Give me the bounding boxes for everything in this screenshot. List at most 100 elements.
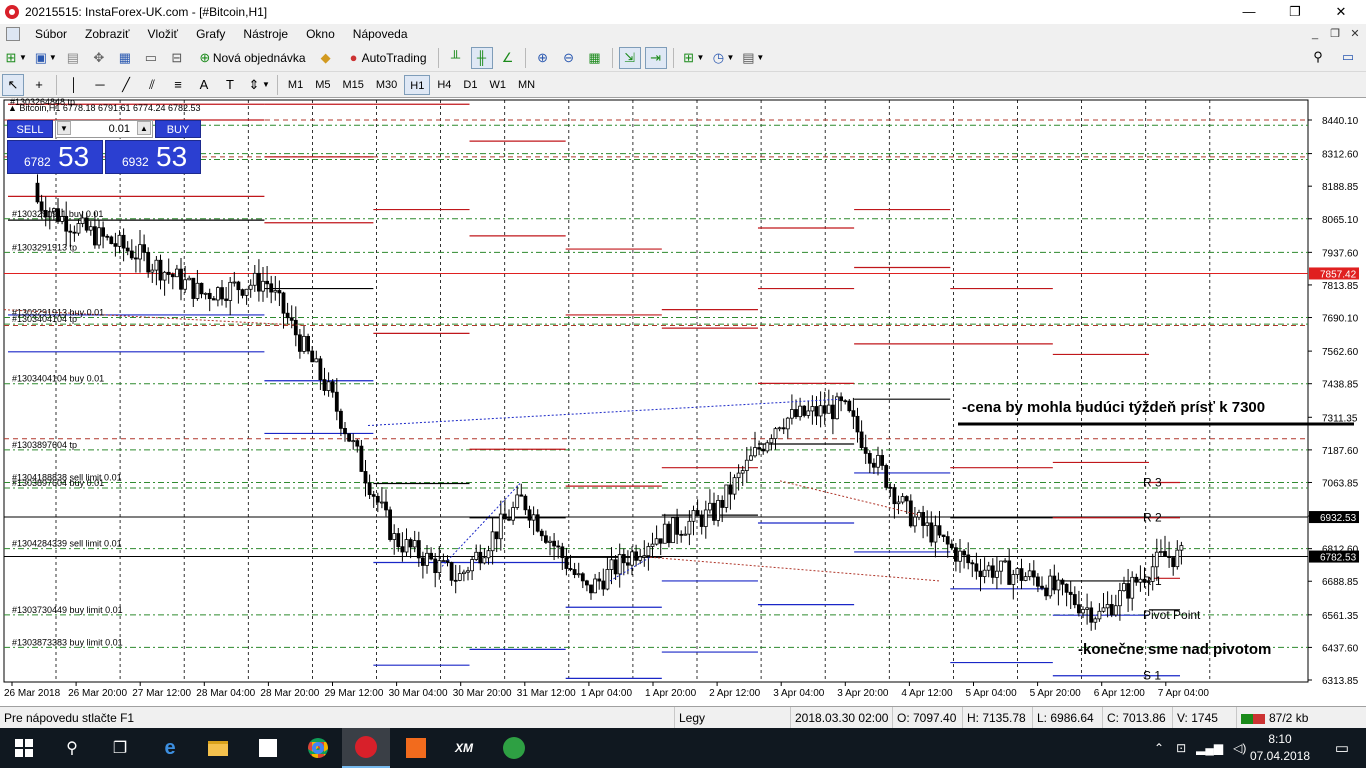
periods-button[interactable]: ◷ ▼ (709, 47, 735, 69)
candle-body (544, 535, 548, 543)
candle-body (248, 284, 253, 290)
crosshair-button[interactable]: + (28, 74, 50, 96)
order-label: #1303730449 buy limit 0.01 (12, 605, 123, 615)
task-view-button[interactable]: ❐ (96, 728, 144, 768)
candle-body (814, 406, 819, 417)
tf-m15[interactable]: M15 (337, 75, 368, 95)
buy-price-box[interactable]: 6932 53 (105, 140, 201, 174)
start-button[interactable] (0, 728, 48, 768)
app-green-button[interactable] (490, 728, 538, 768)
mdi-minimize-button[interactable]: _ (1306, 26, 1324, 42)
minimize-button[interactable]: — (1226, 0, 1272, 24)
autotrading-button[interactable]: ● AutoTrading (341, 47, 432, 69)
chart-shift-button[interactable]: ⇥ (644, 46, 667, 69)
action-center-button[interactable]: ▭ (1318, 728, 1366, 768)
search-icon[interactable]: ⚲ (1310, 49, 1326, 65)
text-label-button[interactable]: T (219, 74, 241, 96)
meta-editor-button[interactable]: ◆ (315, 47, 337, 69)
fibonacci-button[interactable]: ≡ (167, 74, 189, 96)
mdi-close-button[interactable]: ✕ (1346, 26, 1364, 42)
line-chart-button[interactable]: ∠ (497, 47, 519, 69)
mdi-restore-button[interactable]: ❐ (1326, 26, 1344, 42)
chart-window-icon[interactable] (6, 27, 20, 41)
zoom-out-button[interactable]: ⊖ (558, 47, 580, 69)
candle-body (626, 562, 630, 566)
menu-nastroje[interactable]: Nástroje (234, 24, 297, 44)
profiles-button[interactable]: ▣ ▼ (32, 47, 58, 69)
buy-button[interactable]: BUY (155, 120, 201, 138)
network-icon[interactable]: ⊡ (1176, 741, 1186, 755)
maximize-button[interactable]: ❐ (1272, 0, 1318, 24)
sell-price-small: 6782 (24, 155, 51, 169)
horizontal-line-button[interactable]: ─ (89, 74, 111, 96)
zoom-out-icon: ⊖ (563, 49, 574, 65)
order-label: #1303291911 buy 0.01 (12, 209, 103, 219)
clock-time: 8:10 (1268, 732, 1292, 746)
metatrader-taskbar-button[interactable] (342, 728, 390, 768)
app-orange-button[interactable] (392, 728, 440, 768)
signal-icon[interactable]: ▂▄▆ (1196, 741, 1223, 755)
tf-m5[interactable]: M5 (310, 75, 335, 95)
candle-body (773, 428, 778, 440)
navigator-button[interactable]: ▦ (114, 47, 136, 69)
arrows-button[interactable]: ⇕ ▼ (245, 74, 271, 96)
status-profile[interactable]: Legy (674, 707, 786, 729)
tf-m1[interactable]: M1 (283, 75, 308, 95)
candle-body (867, 453, 872, 464)
status-traffic[interactable]: 87/2 kb (1236, 707, 1366, 729)
tile-windows-button[interactable]: ▦ (584, 47, 606, 69)
tf-m30[interactable]: M30 (371, 75, 402, 95)
indicators-button[interactable]: ⊞ ▼ (680, 47, 706, 69)
terminal-button[interactable]: ▭ (140, 47, 162, 69)
auto-scroll-button[interactable]: ⇲ (618, 46, 641, 69)
market-watch-button[interactable]: ▤ (62, 47, 84, 69)
vertical-line-button[interactable]: │ (63, 74, 85, 96)
tf-w1[interactable]: W1 (484, 75, 511, 95)
bar-chart-button[interactable]: ╨ (445, 47, 467, 69)
tf-h4[interactable]: H4 (432, 75, 456, 95)
buy-price-small: 6932 (122, 155, 149, 169)
sell-button[interactable]: SELL (7, 120, 53, 138)
instaforex-icon (355, 736, 377, 758)
store-button[interactable] (244, 728, 292, 768)
chevron-up-icon[interactable]: ⌃ (1154, 741, 1164, 755)
strategy-tester-button[interactable]: ⊟ (166, 47, 188, 69)
chrome-button[interactable] (294, 728, 342, 768)
menu-subor[interactable]: Súbor (26, 24, 76, 44)
candle-body (995, 570, 999, 578)
tf-d1[interactable]: D1 (458, 75, 482, 95)
tf-mn[interactable]: MN (513, 75, 540, 95)
menu-okno[interactable]: Okno (297, 24, 344, 44)
file-explorer-button[interactable] (194, 728, 242, 768)
cursor-button[interactable]: ↖ (2, 73, 24, 96)
candle-body (211, 298, 216, 301)
tf-h1[interactable]: H1 (404, 74, 431, 95)
price-chart[interactable]: 8440.10 8312.60 8188.85 8065.10 7937.60 7813.… (0, 98, 1366, 707)
taskbar-clock[interactable]: 8:10 07.04.2018 (1240, 731, 1320, 765)
sell-price-box[interactable]: 6782 53 (7, 140, 103, 174)
menu-zobrazit[interactable]: Zobraziť (76, 24, 139, 44)
data-window-button[interactable]: ✥ (88, 47, 110, 69)
menu-grafy[interactable]: Grafy (187, 24, 234, 44)
chart-window[interactable]: 8440.10 8312.60 8188.85 8065.10 7937.60 7813.… (0, 97, 1366, 706)
menu-napoveda[interactable]: Nápoveda (344, 24, 417, 44)
lot-down-icon[interactable]: ▼ (57, 121, 71, 135)
templates-button[interactable]: ▤ ▼ (739, 47, 765, 69)
candle-body (802, 405, 807, 416)
menu-vlozit[interactable]: Vložiť (139, 24, 188, 44)
candle-body (958, 550, 962, 562)
candle-body (1109, 604, 1114, 616)
chat-icon[interactable]: ▭ (1340, 49, 1356, 65)
zoom-in-button[interactable]: ⊕ (532, 47, 554, 69)
new-order-button[interactable]: ⊕ Nová objednávka (192, 47, 311, 69)
xm-button[interactable]: XM (440, 728, 488, 768)
trendline-button[interactable]: ╱ (115, 74, 137, 96)
close-button[interactable]: ✕ (1318, 0, 1364, 24)
new-chart-button[interactable]: ⊞ ▼ (2, 47, 28, 69)
text-button[interactable]: A (193, 74, 215, 96)
channel-button[interactable]: ⫽ (141, 74, 163, 96)
search-taskbar-button[interactable]: ⚲ (48, 728, 96, 768)
candlestick-button[interactable]: ╫ (470, 46, 493, 69)
lot-up-icon[interactable]: ▲ (137, 121, 151, 135)
edge-button[interactable]: e (146, 728, 194, 768)
